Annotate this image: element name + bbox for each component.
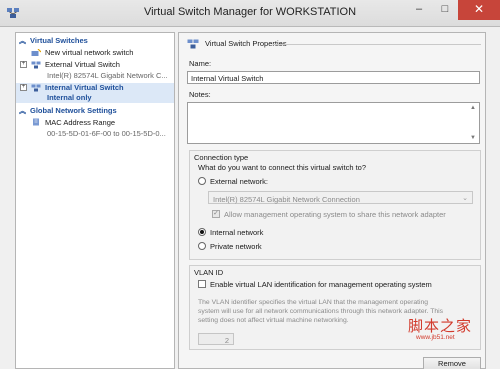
scroll-up-icon[interactable]: ▲ bbox=[470, 105, 476, 111]
properties-header: Virtual Switch Properties bbox=[183, 38, 483, 50]
vlan-description-line2: system will use for all network communic… bbox=[198, 308, 444, 315]
internal-network-label[interactable]: Internal network bbox=[210, 228, 263, 237]
close-button[interactable]: ✕ bbox=[458, 0, 500, 20]
mac-address-icon bbox=[33, 118, 39, 126]
vlan-description-line1: The VLAN identifier specifies the virtua… bbox=[198, 299, 429, 306]
adapter-select[interactable]: Intel(R) 82574L Gigabit Network Connecti… bbox=[208, 191, 473, 204]
chevron-down-icon: ⌄ bbox=[462, 195, 468, 202]
scroll-down-icon[interactable]: ▼ bbox=[470, 135, 476, 141]
watermark-logo: 脚本之家 bbox=[408, 317, 473, 335]
network-switch-icon bbox=[31, 84, 41, 92]
collapse-chevron-icon[interactable]: ︽ bbox=[19, 106, 26, 116]
allow-management-label: Allow management operating system to sha… bbox=[224, 210, 446, 219]
switch-tree-panel: ︽ Virtual Switches New virtual network s… bbox=[15, 32, 175, 369]
tree-item-external-switch[interactable]: + External Virtual Switch bbox=[16, 60, 174, 70]
connection-question: What do you want to connect this virtual… bbox=[198, 163, 366, 172]
title-bar: Virtual Switch Manager for WORKSTATION –… bbox=[0, 0, 500, 27]
watermark-url: www.jb51.net bbox=[416, 334, 455, 341]
external-network-radio[interactable] bbox=[198, 177, 206, 185]
remove-button[interactable]: Remove bbox=[423, 357, 481, 369]
virtual-switches-header[interactable]: ︽ Virtual Switches bbox=[16, 36, 174, 46]
vlan-description-line3: setting does not affect virtual machine … bbox=[198, 317, 349, 324]
expand-icon[interactable]: + bbox=[20, 61, 27, 68]
notes-field[interactable]: ▲ ▼ bbox=[187, 102, 480, 144]
name-label: Name: bbox=[189, 59, 212, 68]
minimize-button[interactable]: – bbox=[406, 0, 432, 20]
internal-switch-type: Internal only bbox=[16, 93, 174, 103]
connection-type-group: Connection type What do you want to conn… bbox=[189, 150, 481, 260]
enable-vlan-label[interactable]: Enable virtual LAN identification for ma… bbox=[210, 280, 432, 289]
tree-item-new-switch[interactable]: New virtual network switch bbox=[16, 48, 174, 58]
allow-management-checkbox[interactable]: ✓ bbox=[212, 210, 220, 218]
vlan-id-title: VLAN ID bbox=[194, 268, 224, 277]
notes-scrollbar[interactable]: ▲ ▼ bbox=[470, 104, 478, 142]
network-switch-icon bbox=[187, 39, 199, 49]
connection-type-title: Connection type bbox=[194, 153, 249, 162]
internal-network-radio[interactable] bbox=[198, 228, 206, 236]
private-network-label[interactable]: Private network bbox=[210, 242, 262, 251]
notes-label: Notes: bbox=[189, 90, 211, 99]
expand-icon[interactable]: + bbox=[20, 84, 27, 91]
external-switch-adapter: Intel(R) 82574L Gigabit Network C... bbox=[47, 71, 168, 80]
enable-vlan-checkbox[interactable] bbox=[198, 280, 206, 288]
collapse-chevron-icon[interactable]: ︽ bbox=[19, 36, 26, 46]
new-switch-icon bbox=[31, 49, 41, 56]
vlan-id-field[interactable]: 2 bbox=[198, 333, 234, 345]
header-divider bbox=[273, 44, 481, 45]
tree-item-internal-switch[interactable]: + Internal Virtual Switch bbox=[16, 83, 174, 93]
mac-range-value: 00-15-5D-01-6F-00 to 00-15-5D-0... bbox=[47, 129, 166, 138]
external-network-label[interactable]: External network: bbox=[210, 177, 268, 186]
tree-item-mac-range[interactable]: MAC Address Range bbox=[16, 118, 174, 128]
name-field[interactable]: Internal Virtual Switch bbox=[187, 71, 480, 84]
network-switch-icon bbox=[31, 61, 41, 69]
maximize-button[interactable]: □ bbox=[432, 0, 458, 20]
private-network-radio[interactable] bbox=[198, 242, 206, 250]
global-network-settings-header[interactable]: ︽ Global Network Settings bbox=[16, 106, 174, 116]
